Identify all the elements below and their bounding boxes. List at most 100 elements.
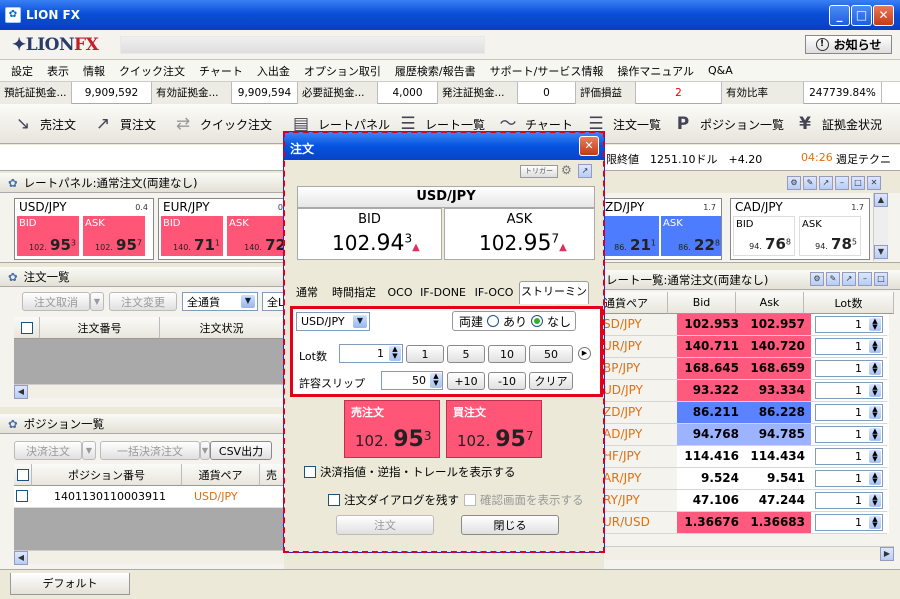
menu-item-6[interactable]: オプション取引	[304, 63, 381, 79]
slippage-plus-10[interactable]: +10	[447, 372, 485, 390]
rate-ask[interactable]: 114.434	[745, 446, 811, 467]
tab-normal[interactable]: 通常	[292, 283, 322, 303]
currency-filter-select[interactable]: 全通貨 ▼	[182, 292, 258, 311]
gear-icon[interactable]: ⚙	[810, 272, 824, 286]
rate-ask[interactable]: 47.244	[745, 490, 811, 511]
slippage-minus-10[interactable]: -10	[488, 372, 526, 390]
notice-button[interactable]: ! お知らせ	[805, 35, 892, 54]
edit-icon[interactable]: ✎	[803, 176, 817, 190]
lot-stepper[interactable]: ▲ ▼	[869, 340, 881, 353]
lot-stepper[interactable]: ▲ ▼	[869, 516, 881, 529]
rate-row[interactable]: AD/JPY 94.768 94.785 1 ▲ ▼	[603, 424, 889, 446]
show-settlement-option[interactable]: 決済指値・逆指・トレールを表示する	[304, 464, 516, 480]
maximize-button[interactable]: □	[851, 5, 872, 26]
tab-time-specified[interactable]: 時間指定	[326, 283, 382, 303]
tab-streaming[interactable]: ストリーミング	[519, 281, 589, 318]
scroll-left-icon[interactable]: ◀	[14, 551, 28, 565]
rate-ask[interactable]: 102.957	[745, 314, 811, 335]
lot-preset-50[interactable]: 50	[529, 345, 573, 363]
rate-box-usdjpy[interactable]: USD/JPY 0.4 BID 102. 953 ASK 102. 957	[14, 198, 154, 260]
scroll-right-icon[interactable]: ▶	[880, 547, 894, 561]
rate-ask[interactable]: 168.659	[745, 358, 811, 379]
lot-stepper[interactable]: ▲ ▼	[869, 428, 881, 441]
select-all-checkbox[interactable]	[20, 321, 33, 334]
gear-icon[interactable]: ⚙	[561, 164, 575, 178]
rate-ask[interactable]: 1.36683	[745, 512, 811, 533]
rate-row[interactable]: RY/JPY 47.106 47.244 1 ▲ ▼	[603, 490, 889, 512]
slippage-clear-button[interactable]: クリア	[529, 372, 573, 390]
lot-stepper[interactable]: ▲ ▼	[869, 318, 881, 331]
rate-bid[interactable]: 1.36676	[677, 512, 745, 533]
rate-ask[interactable]: 93.334	[745, 380, 811, 401]
menu-item-2[interactable]: 情報	[83, 63, 105, 79]
ask-cell[interactable]: ASK 94. 785	[799, 216, 861, 256]
lot-stepper[interactable]: ▲ ▼	[869, 362, 881, 375]
col-order-number[interactable]: 注文番号	[40, 317, 160, 339]
rate-bid[interactable]: 86.211	[677, 402, 745, 423]
col-bid[interactable]: Bid	[668, 292, 736, 314]
rate-ask[interactable]: 9.541	[745, 468, 811, 489]
menu-item-5[interactable]: 入出金	[257, 63, 290, 79]
ask-cell[interactable]: ASK 102. 957	[83, 216, 145, 256]
bid-cell[interactable]: BID 94. 768	[733, 216, 795, 256]
lot-stepper[interactable]: ▲ ▼	[869, 384, 881, 397]
bulk-settle-button[interactable]: 一括決済注文	[100, 441, 200, 460]
lot-stepper[interactable]: ▲ ▼	[869, 450, 881, 463]
sell-order-tool[interactable]: ↘ 売注文	[12, 112, 76, 136]
col-order-status[interactable]: 注文状況	[160, 317, 284, 339]
select-all-positions-checkbox[interactable]	[16, 468, 29, 481]
confirm-screen-option[interactable]: 確認画面を表示する	[464, 492, 584, 508]
close-icon[interactable]: ✕	[867, 176, 881, 190]
settle-order-button[interactable]: 決済注文	[14, 441, 82, 460]
rate-box-nzdjpy[interactable]: ZD/JPY 1.7 86. 211 ASK 86. 228	[600, 198, 722, 260]
rate-bid[interactable]: 9.524	[677, 468, 745, 489]
hedge-yes-radio[interactable]	[487, 315, 500, 327]
position-list-hscroll[interactable]: ◀	[14, 550, 284, 565]
menu-item-0[interactable]: 設定	[11, 63, 33, 79]
rate-row[interactable]: UD/JPY 93.322 93.334 1 ▲ ▼	[603, 380, 889, 402]
col-side[interactable]: 売	[260, 464, 284, 486]
scroll-up-icon[interactable]: ▲	[874, 193, 888, 207]
trigger-button[interactable]: トリガー	[520, 165, 558, 178]
rate-ask[interactable]: 86.228	[745, 402, 811, 423]
rate-list-hscroll[interactable]: ▶	[604, 546, 894, 561]
rate-row[interactable]: AR/JPY 9.524 9.541 1 ▲ ▼	[603, 468, 889, 490]
rate-box-eurjpy[interactable]: EUR/JPY 0 BID 140. 711 ASK 140. 72	[158, 198, 284, 260]
change-order-button[interactable]: 注文変更	[109, 292, 177, 311]
bulk-dropdown-button[interactable]: ▼	[200, 441, 210, 460]
buy-order-tool[interactable]: ↗ 買注文	[92, 112, 156, 136]
order-list-hscroll[interactable]: ◀	[14, 384, 284, 399]
close-button[interactable]: ✕	[873, 5, 894, 26]
rate-ask[interactable]: 140.720	[745, 336, 811, 357]
play-icon[interactable]: ▶	[578, 347, 591, 360]
quick-order-tool[interactable]: ⇄ クイック注文	[172, 112, 272, 136]
menu-item-7[interactable]: 履歴検索/報告書	[395, 63, 476, 79]
rate-row[interactable]: ZD/JPY 86.211 86.228 1 ▲ ▼	[603, 402, 889, 424]
menu-item-1[interactable]: 表示	[47, 63, 69, 79]
rate-bid[interactable]: 140.711	[677, 336, 745, 357]
confirm-screen-checkbox[interactable]	[464, 494, 476, 506]
rate-bid[interactable]: 93.322	[677, 380, 745, 401]
sell-order-button[interactable]: 売注文 102. 953	[344, 400, 440, 458]
minimize-icon[interactable]: –	[835, 176, 849, 190]
menu-item-4[interactable]: チャート	[199, 63, 243, 79]
col-pair[interactable]: 通貨ペア	[182, 464, 260, 486]
minimize-button[interactable]: _	[829, 5, 850, 26]
tab-if-done[interactable]: IF-DONE	[418, 283, 468, 303]
menu-item-10[interactable]: Q&A	[708, 64, 733, 77]
menu-item-3[interactable]: クイック注文	[119, 63, 185, 79]
csv-export-button[interactable]: CSV出力	[210, 441, 272, 460]
col-currency-pair[interactable]: 通貨ペア	[604, 292, 668, 314]
cancel-dropdown-button[interactable]: ▼	[90, 292, 104, 311]
bid-cell[interactable]: BID 102. 953	[17, 216, 79, 256]
keep-dialog-checkbox[interactable]	[328, 494, 340, 506]
restore-icon[interactable]: □	[851, 176, 865, 190]
popout-icon[interactable]: ↗	[819, 176, 833, 190]
col-ask[interactable]: Ask	[736, 292, 804, 314]
rate-row[interactable]: SD/JPY 102.953 102.957 1 ▲ ▼	[603, 314, 889, 336]
tab-if-oco[interactable]: IF-OCO	[470, 283, 518, 303]
hedge-no-radio[interactable]	[531, 315, 544, 327]
lot-preset-1[interactable]: 1	[406, 345, 444, 363]
rate-bid[interactable]: 168.645	[677, 358, 745, 379]
lot-stepper[interactable]: ▲ ▼	[869, 406, 881, 419]
